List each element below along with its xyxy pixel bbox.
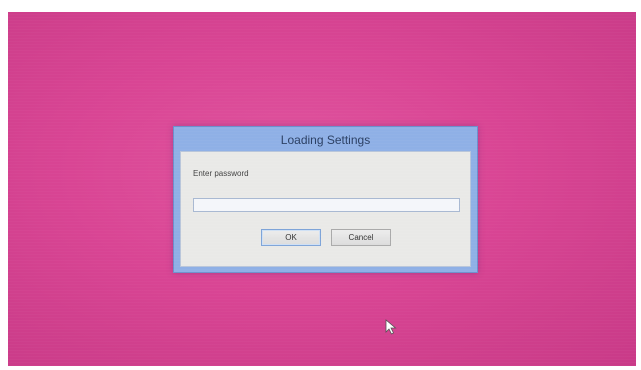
dialog-body: Enter password OK Cancel bbox=[180, 151, 471, 267]
dialog-title: Loading Settings bbox=[280, 133, 371, 147]
cancel-button[interactable]: Cancel bbox=[331, 229, 391, 246]
ok-button[interactable]: OK bbox=[261, 229, 321, 246]
password-prompt-label: Enter password bbox=[193, 169, 249, 178]
desktop-background: Loading Settings Enter password OK Cance… bbox=[8, 12, 636, 366]
password-input[interactable] bbox=[193, 198, 460, 212]
mouse-pointer-icon bbox=[385, 319, 397, 335]
password-dialog: Loading Settings Enter password OK Cance… bbox=[173, 126, 478, 273]
